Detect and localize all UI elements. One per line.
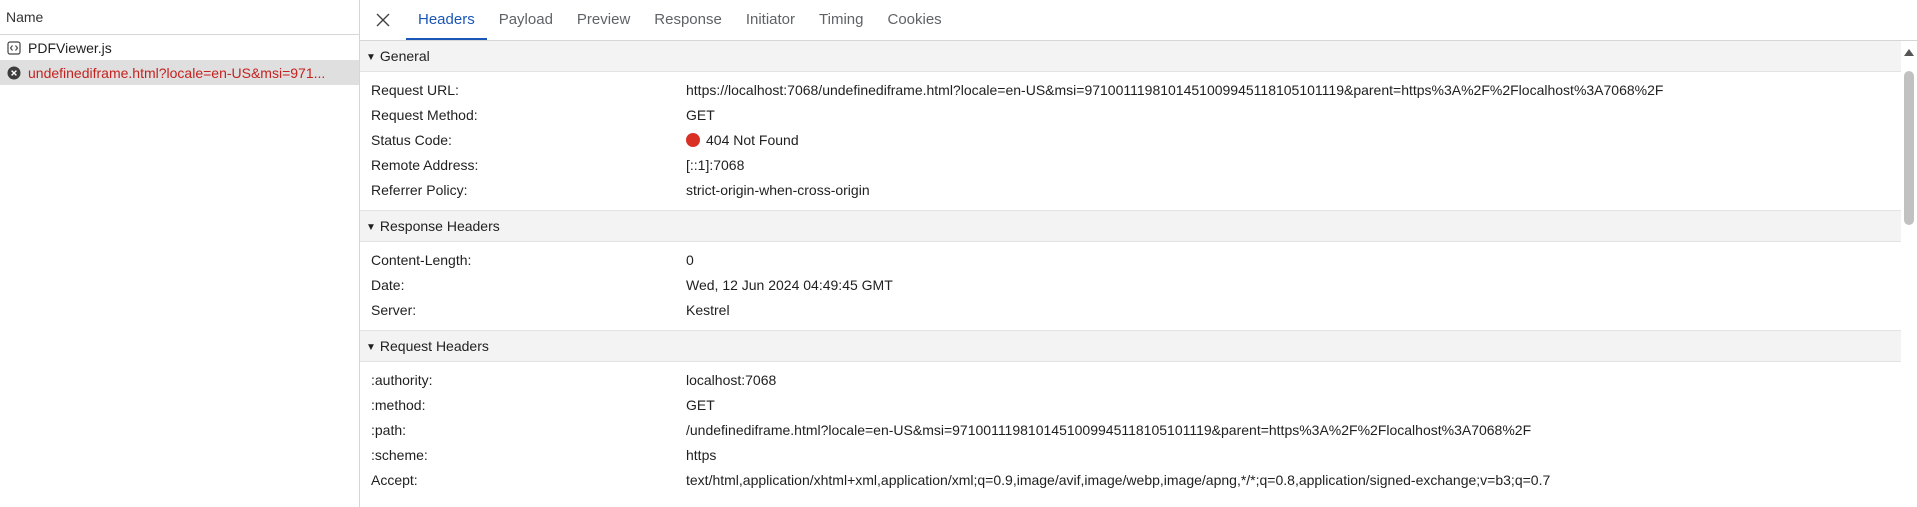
header-row: Referrer Policy: strict-origin-when-cross… xyxy=(360,177,1901,202)
header-value: text/html,application/xhtml+xml,applicat… xyxy=(686,471,1551,488)
expand-triangle-icon: ▼ xyxy=(366,222,376,233)
header-key: Accept: xyxy=(371,471,418,488)
request-list-panel: Name PDFViewer.js undefinediframe.html?l… xyxy=(0,0,360,507)
request-row-pdfviewer[interactable]: PDFViewer.js xyxy=(0,35,359,60)
expand-triangle-icon: ▼ xyxy=(366,342,376,353)
header-value: [::1]:7068 xyxy=(686,156,745,173)
tab-headers[interactable]: Headers xyxy=(406,0,487,40)
header-value: https xyxy=(686,446,717,463)
header-row: :path: /undefinediframe.html?locale=en-US… xyxy=(360,417,1901,442)
request-headers-section-header[interactable]: ▼ Request Headers xyxy=(360,330,1901,362)
header-value: strict-origin-when-cross-origin xyxy=(686,181,870,198)
response-headers-section-header[interactable]: ▼ Response Headers xyxy=(360,210,1901,242)
header-row: :method: GET xyxy=(360,392,1901,417)
header-value: Wed, 12 Jun 2024 04:49:45 GMT xyxy=(686,276,893,293)
headers-content: ▼ General Request URL: https://localhost:7… xyxy=(360,41,1901,507)
section-title: General xyxy=(379,48,430,64)
header-key: Date: xyxy=(371,276,405,293)
header-key: :method: xyxy=(371,396,426,413)
tab-response[interactable]: Response xyxy=(642,0,734,40)
status-value: 404 Not Found xyxy=(686,132,1901,148)
general-section-header[interactable]: ▼ General xyxy=(360,41,1901,72)
tab-payload[interactable]: Payload xyxy=(487,0,565,40)
tab-timing[interactable]: Timing xyxy=(807,0,875,40)
header-row: Remote Address: [::1]:7068 xyxy=(360,152,1901,177)
details-tab-bar: Headers Payload Preview Response Initiat… xyxy=(360,0,1917,41)
request-details-panel: Headers Payload Preview Response Initiat… xyxy=(360,0,1917,507)
header-key: Content-Length: xyxy=(371,251,472,268)
status-error-icon xyxy=(686,132,700,147)
error-circle-icon xyxy=(6,65,22,81)
request-row-undefinediframe[interactable]: undefinediframe.html?locale=en-US&msi=97… xyxy=(0,60,359,85)
header-key: :scheme: xyxy=(371,446,428,463)
status-text: 404 Not Found xyxy=(706,131,799,148)
scrollbar-thumb[interactable] xyxy=(1904,71,1914,225)
header-value: GET xyxy=(686,396,715,413)
header-row: Server: Kestrel xyxy=(360,297,1901,322)
header-row: :scheme: https xyxy=(360,442,1901,467)
header-row: Date: Wed, 12 Jun 2024 04:49:45 GMT xyxy=(360,272,1901,297)
name-column-header[interactable]: Name xyxy=(0,0,359,35)
section-title: Request Headers xyxy=(379,338,489,354)
header-key: Request Method: xyxy=(371,106,478,123)
header-row: Status Code: 404 Not Found xyxy=(360,127,1901,152)
close-details-button[interactable] xyxy=(360,0,406,40)
header-key: Request URL: xyxy=(371,81,459,98)
script-file-icon xyxy=(6,40,22,56)
tab-cookies[interactable]: Cookies xyxy=(875,0,953,40)
request-name: PDFViewer.js xyxy=(28,39,112,56)
general-section-body: Request URL: https://localhost:7068/undef… xyxy=(360,72,1901,210)
header-key: Server: xyxy=(371,301,417,318)
header-row: Content-Length: 0 xyxy=(360,247,1901,272)
header-value: https://localhost:7068/undefinediframe.h… xyxy=(686,81,1664,98)
header-row: Accept: text/html,application/xhtml+xml,a… xyxy=(360,467,1901,492)
close-icon xyxy=(376,13,390,27)
header-key: :path: xyxy=(371,421,407,438)
header-value: /undefinediframe.html?locale=en-US&msi=9… xyxy=(686,421,1532,438)
header-value: Kestrel xyxy=(686,301,730,318)
header-row: Request Method: GET xyxy=(360,102,1901,127)
scroll-up-arrow-icon[interactable] xyxy=(1904,49,1914,56)
header-key: Remote Address: xyxy=(371,156,479,173)
header-row: Request URL: https://localhost:7068/undef… xyxy=(360,77,1901,102)
expand-triangle-icon: ▼ xyxy=(366,52,376,63)
header-value: 0 xyxy=(686,251,694,268)
vertical-scrollbar[interactable] xyxy=(1901,41,1917,507)
request-headers-section-body: :authority: localhost:7068 :method: GET :p… xyxy=(360,362,1901,500)
tab-preview[interactable]: Preview xyxy=(565,0,642,40)
response-headers-section-body: Content-Length: 0 Date: Wed, 12 Jun 2024 0… xyxy=(360,242,1901,330)
header-value: GET xyxy=(686,106,715,123)
section-title: Response Headers xyxy=(379,218,500,234)
header-key: Status Code: xyxy=(371,131,452,148)
header-key: Referrer Policy: xyxy=(371,181,468,198)
tab-initiator[interactable]: Initiator xyxy=(734,0,807,40)
header-row: :authority: localhost:7068 xyxy=(360,367,1901,392)
request-name: undefinediframe.html?locale=en-US&msi=97… xyxy=(28,64,326,81)
header-value: localhost:7068 xyxy=(686,371,777,388)
header-key: :authority: xyxy=(371,371,433,388)
